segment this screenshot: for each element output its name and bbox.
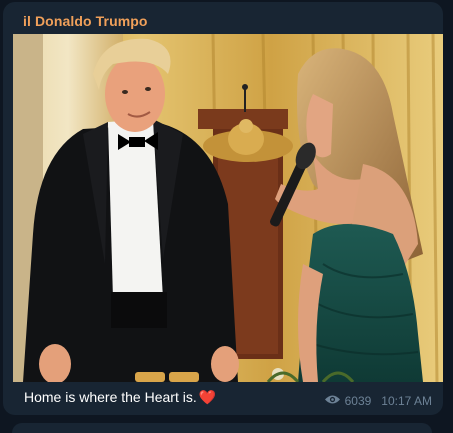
heart-emoji: ❤️ [198, 389, 217, 405]
view-count: 6039 [344, 394, 372, 408]
message-meta: 6039 10:17 AM [324, 394, 432, 408]
message-time: 10:17 AM [381, 394, 432, 408]
eye-icon [324, 394, 341, 408]
chat-view: il Donaldo Trumpo Home is where the Hear… [0, 0, 453, 433]
message-photo[interactable] [13, 34, 443, 382]
next-message-bubble[interactable] [12, 423, 432, 433]
message-bubble[interactable]: il Donaldo Trumpo Home is where the Hear… [3, 2, 443, 415]
sender-name[interactable]: il Donaldo Trumpo [23, 13, 148, 29]
photo-image [13, 34, 443, 382]
message-caption: Home is where the Heart is. ❤️ [24, 389, 216, 406]
caption-text: Home is where the Heart is. [24, 389, 197, 405]
